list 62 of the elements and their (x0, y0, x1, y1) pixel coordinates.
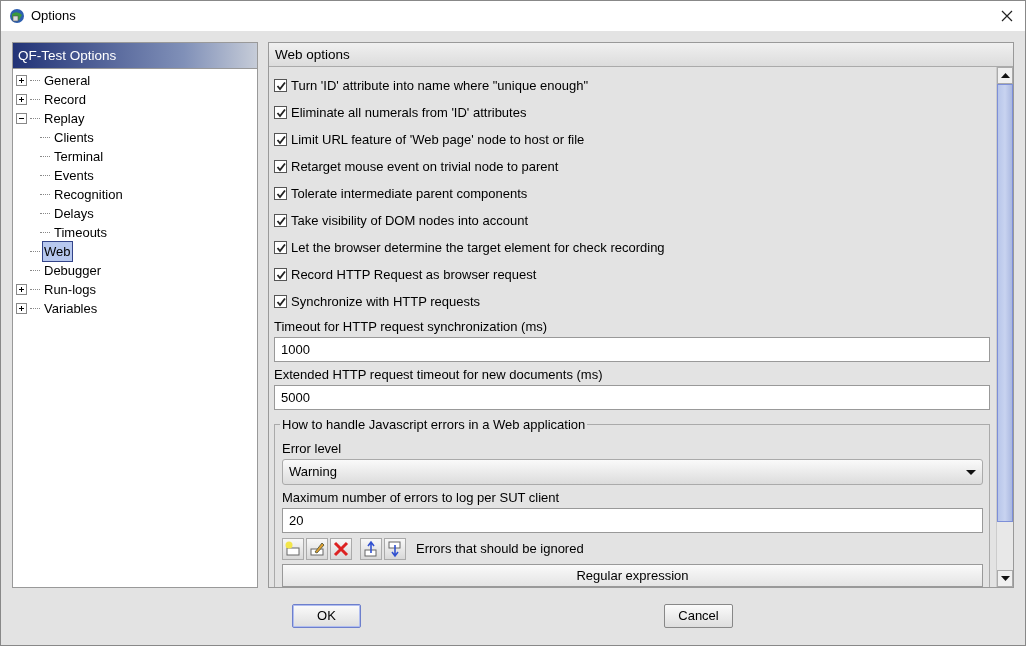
add-button[interactable] (282, 538, 304, 560)
tree-item[interactable]: Terminal (52, 146, 106, 167)
dialog-button[interactable]: OK (292, 603, 361, 628)
field-label: Timeout for HTTP request synchronization (ms) (274, 318, 549, 336)
checkbox-label: Eliminate all numerals from 'ID' attributes (291, 103, 527, 122)
scroll-down-icon (1000, 576, 1010, 581)
panel-title: QF-Test Options (13, 43, 257, 69)
move-down-button[interactable] (384, 538, 406, 560)
expand-icon[interactable] (16, 94, 27, 105)
input-field[interactable]: 5000 (274, 385, 990, 410)
checkbox-label: Retarget mouse event on trivial node to parent (291, 157, 559, 176)
collapse-icon[interactable] (16, 113, 27, 124)
tree-item[interactable]: Variables (42, 298, 100, 319)
tree-item[interactable]: Replay (42, 108, 87, 129)
tree-item[interactable]: Events (52, 165, 96, 186)
input-field[interactable]: 20 (282, 508, 983, 533)
close-icon[interactable] (1001, 10, 1013, 22)
checkbox-label: Synchronize with HTTP requests (291, 292, 481, 311)
checkbox[interactable] (274, 160, 287, 173)
edit-button[interactable] (306, 538, 328, 560)
delete-button[interactable] (330, 538, 352, 560)
checkbox[interactable] (274, 241, 287, 254)
list-label: Errors that should be ignored (416, 540, 584, 559)
tree-item[interactable]: General (42, 70, 93, 91)
checkbox[interactable] (274, 187, 287, 200)
checkbox-label: Let the browser determine the target element for check recording (291, 238, 665, 257)
checkbox-label: Turn 'ID' attribute into name where "unique enough" (291, 76, 588, 95)
column-header[interactable]: Regular expression (283, 565, 982, 587)
tree-item[interactable]: Delays (52, 203, 96, 224)
tree-item[interactable]: Run-logs (42, 279, 99, 300)
tree-item[interactable]: Clients (52, 127, 96, 148)
field-label: Extended HTTP request timeout for new documents (ms) (274, 366, 604, 384)
checkbox[interactable] (274, 133, 287, 146)
input-field[interactable]: 1000 (274, 337, 990, 362)
window-title: Options (31, 7, 76, 26)
tree-item[interactable]: Timeouts (52, 222, 109, 243)
tree-item[interactable]: Recognition (52, 184, 125, 205)
checkbox-label: Tolerate intermediate parent components (291, 184, 528, 203)
field-label: Maximum number of errors to log per SUT client (282, 489, 561, 507)
checkbox[interactable] (274, 106, 287, 119)
checkbox-label: Record HTTP Request as browser request (291, 265, 537, 284)
tree-item[interactable]: Debugger (42, 260, 104, 281)
checkbox[interactable] (274, 79, 287, 92)
panel-title: Web options (269, 43, 1013, 67)
globe-icon (9, 8, 25, 24)
checkbox[interactable] (274, 268, 287, 281)
caret-icon (966, 469, 976, 475)
scrollbar[interactable] (996, 67, 1013, 587)
move-up-button[interactable] (360, 538, 382, 560)
scroll-up-icon (1000, 73, 1010, 78)
tree-item[interactable]: Record (42, 89, 88, 110)
checkbox[interactable] (274, 214, 287, 227)
field-label: Error level (282, 440, 343, 458)
dropdown[interactable]: Warning (282, 459, 983, 485)
checkbox[interactable] (274, 295, 287, 308)
expand-icon[interactable] (16, 284, 27, 295)
tree-item[interactable]: Web (42, 241, 73, 262)
expand-icon[interactable] (16, 303, 27, 314)
checkbox-label: Take visibility of DOM nodes into account (291, 211, 528, 230)
dialog-button[interactable]: Cancel (664, 603, 733, 628)
expand-icon[interactable] (16, 75, 27, 86)
checkbox-label: Limit URL feature of 'Web page' node to host or file (291, 130, 585, 149)
